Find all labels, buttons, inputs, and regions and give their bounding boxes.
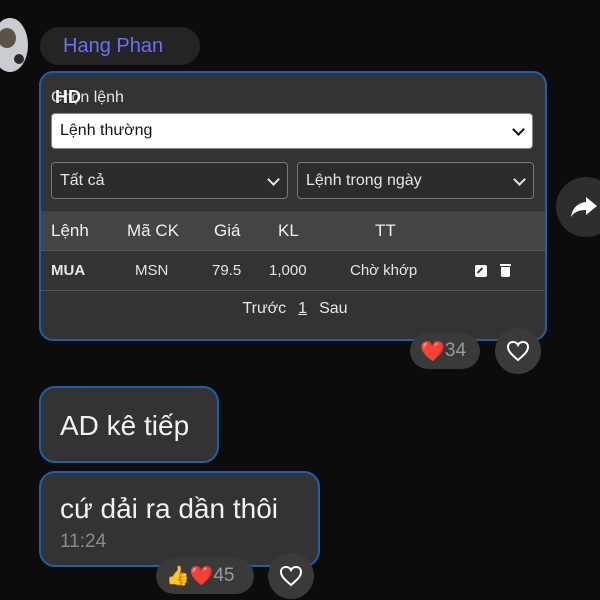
- header-volume: KL: [278, 220, 299, 240]
- filter-select[interactable]: Tất cả: [51, 162, 288, 199]
- share-arrow-icon: [571, 197, 597, 217]
- header-price: Giá: [214, 220, 241, 240]
- row-price: 79.5: [212, 262, 242, 279]
- avatar-face: [0, 28, 16, 48]
- hd-badge: HD: [55, 87, 81, 107]
- message-time: 11:24: [60, 531, 107, 552]
- reaction-count: 45: [213, 565, 235, 586]
- table-header: Lệnh Mã CK Giá KL TT: [41, 211, 545, 251]
- pagination-next[interactable]: Sau: [319, 300, 347, 318]
- avatar[interactable]: [0, 18, 28, 72]
- sender-name-pill[interactable]: Hang Phan: [40, 27, 200, 65]
- pagination-prev[interactable]: Trước: [242, 300, 286, 318]
- edit-button[interactable]: [475, 251, 487, 290]
- order-panel: HD Chọn lệnh Lệnh thường Tất cả Lệnh tro…: [39, 71, 547, 341]
- chevron-down-icon: [267, 175, 279, 187]
- table-row[interactable]: MUA MSN 79.5 1,000 Chờ khớp: [41, 251, 545, 291]
- reaction-summary[interactable]: 👍❤️ 45: [156, 558, 254, 594]
- edit-icon: [475, 264, 487, 277]
- filter-value: Tất cả: [60, 171, 105, 189]
- share-button[interactable]: [556, 177, 600, 237]
- reaction-count: 34: [444, 340, 467, 361]
- row-side: MUA: [51, 262, 86, 279]
- message-bubble[interactable]: cứ dải ra dần thôi 11:24: [39, 471, 320, 567]
- order-type-value: Lệnh thường: [60, 122, 153, 139]
- trash-icon: [500, 264, 511, 277]
- heart-outline-icon: [506, 340, 530, 362]
- period-select[interactable]: Lệnh trong ngày: [297, 162, 534, 199]
- chevron-down-icon: [512, 125, 524, 137]
- header-status: TT: [375, 220, 396, 240]
- row-volume: 1,000: [269, 262, 307, 279]
- message-text: AD kê tiếp: [60, 410, 190, 441]
- period-value: Lệnh trong ngày: [306, 171, 422, 189]
- header-side: Lệnh: [51, 220, 89, 240]
- react-button[interactable]: [268, 553, 314, 599]
- order-type-select[interactable]: Lệnh thường: [51, 113, 533, 149]
- reaction-emoji: 👍❤️: [166, 566, 214, 587]
- row-status: Chờ khớp: [350, 262, 418, 279]
- header-symbol: Mã CK: [127, 220, 179, 240]
- message-text: cứ dải ra dần thôi: [60, 493, 278, 524]
- row-symbol: MSN: [135, 262, 169, 279]
- avatar-badge-icon: [12, 52, 26, 66]
- pagination-page[interactable]: 1: [298, 300, 307, 318]
- reaction-summary[interactable]: ❤️ 34: [410, 333, 480, 369]
- chevron-down-icon: [513, 175, 525, 187]
- sender-name: Hang Phan: [63, 34, 164, 57]
- delete-button[interactable]: [500, 251, 511, 290]
- heart-outline-icon: [279, 565, 303, 587]
- react-button[interactable]: [495, 328, 541, 374]
- reaction-emoji: ❤️: [420, 340, 445, 363]
- pagination: Trước 1 Sau: [41, 297, 545, 321]
- message-bubble[interactable]: AD kê tiếp: [39, 386, 219, 463]
